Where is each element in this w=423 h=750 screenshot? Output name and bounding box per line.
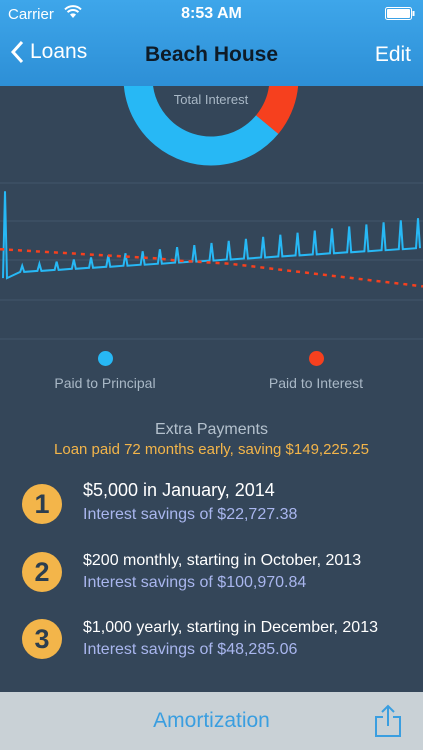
chevron-left-icon: [10, 40, 24, 64]
share-icon: [375, 704, 401, 737]
donut-label: Total Interest: [174, 92, 249, 107]
extra-payment-item[interactable]: 1 $5,000 in January, 2014 Interest savin…: [22, 480, 422, 534]
loan-detail-content[interactable]: Total Interest Paid to Principal Paid to…: [0, 86, 423, 692]
back-button-label: Loans: [30, 40, 88, 63]
payment-savings: Interest savings of $48,285.06: [83, 641, 298, 658]
payment-savings: Interest savings of $22,727.38: [83, 506, 298, 523]
battery-icon: [385, 7, 415, 24]
chart-grid: [0, 182, 423, 340]
legend-principal: Paid to Principal: [5, 351, 205, 391]
payment-description: $1,000 yearly, starting in December, 201…: [83, 619, 378, 636]
edit-button[interactable]: Edit: [375, 43, 411, 67]
payment-description: $200 monthly, starting in October, 2013: [83, 552, 362, 569]
interest-donut: Total Interest: [123, 86, 299, 166]
principal-series-line: [2, 191, 421, 280]
extra-payments-summary: Loan paid 72 months early, saving $149,2…: [54, 441, 369, 458]
legend-principal-label: Paid to Principal: [54, 375, 156, 391]
share-button[interactable]: [373, 704, 403, 743]
payment-number-badge: 3: [22, 619, 62, 659]
status-bar: Carrier 8:53 AM: [0, 0, 423, 28]
amortization-button[interactable]: Amortization: [0, 709, 423, 733]
extra-payment-item[interactable]: 2 $200 monthly, starting in October, 201…: [22, 552, 422, 602]
payment-description: $5,000 in January, 2014: [83, 480, 275, 500]
clock-label: 8:53 AM: [181, 5, 242, 22]
navigation-header: Carrier 8:53 AM Loans Beach House Edit: [0, 0, 423, 86]
legend-interest-label: Paid to Interest: [268, 375, 364, 391]
payment-number-badge: 1: [22, 484, 62, 524]
extra-payment-item[interactable]: 3 $1,000 yearly, starting in December, 2…: [22, 619, 422, 669]
payment-savings: Interest savings of $100,970.84: [83, 574, 307, 591]
principal-dot-icon: [97, 351, 113, 366]
interest-series-line: [0, 247, 423, 288]
extra-payments-title: Extra Payments: [155, 421, 268, 438]
payment-number-badge: 2: [22, 552, 62, 592]
legend-interest: Paid to Interest: [216, 351, 416, 391]
bottom-toolbar: Amortization: [0, 692, 423, 750]
interest-dot-icon: [308, 351, 324, 366]
back-button[interactable]: Loans: [10, 40, 87, 64]
